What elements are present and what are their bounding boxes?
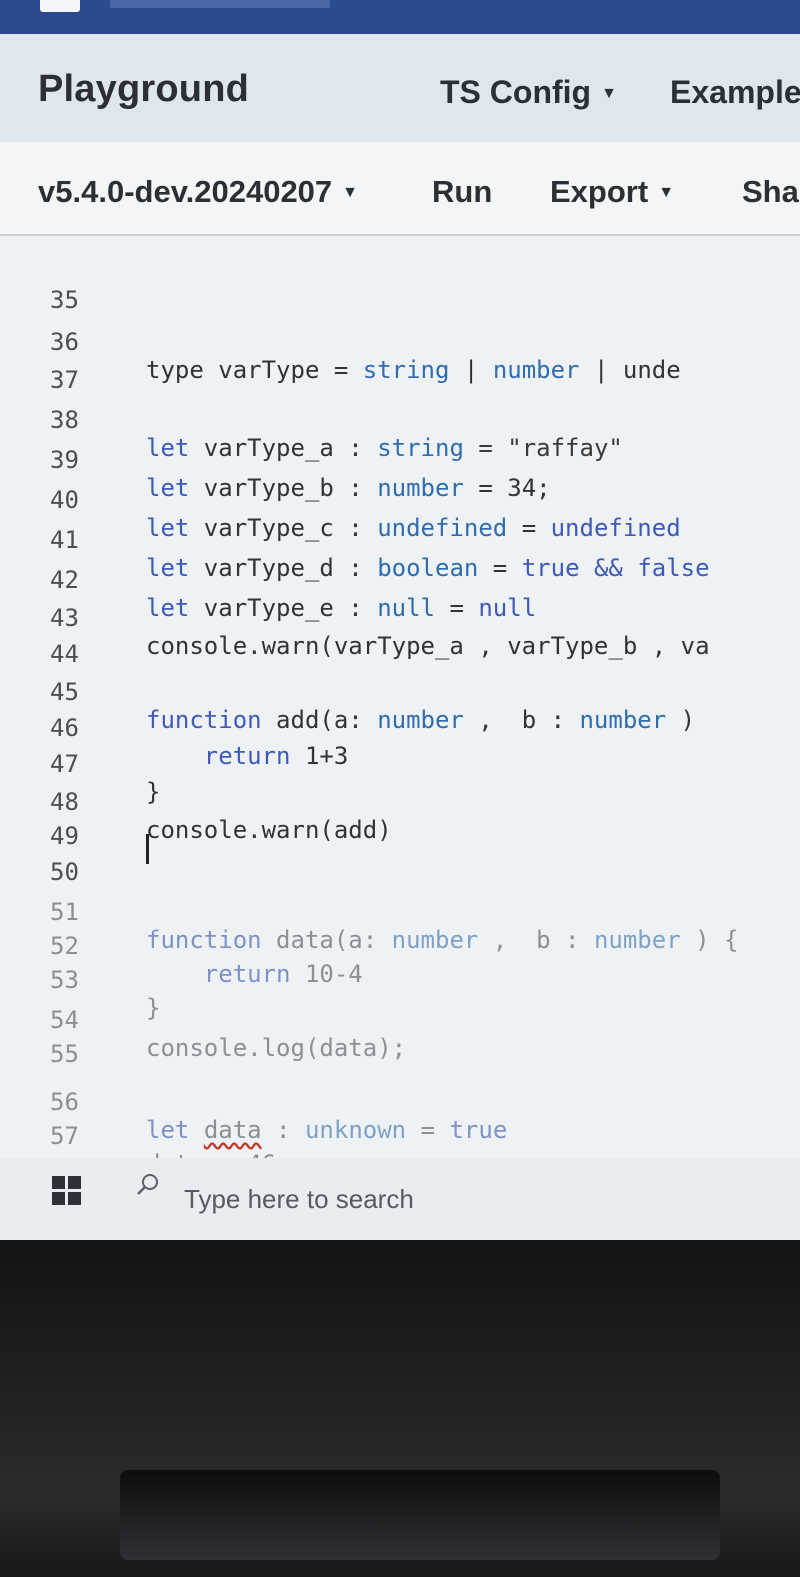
code-line: 40 let varType_c : undefined = undefined xyxy=(0,458,800,542)
code-line: 50 xyxy=(0,830,800,886)
code-line: 47 } xyxy=(0,722,800,806)
export-menu[interactable]: Export ▼ xyxy=(550,174,674,210)
export-label: Export xyxy=(550,174,649,209)
line-number: 57 xyxy=(50,1122,79,1150)
code-line: 57 data = 46 xyxy=(0,1094,800,1178)
code-line: 35 xyxy=(0,258,800,314)
search-icon xyxy=(137,1174,158,1195)
code-line: 55 xyxy=(0,1012,800,1068)
code-line: 41 let varType_d : boolean = true && fal… xyxy=(0,498,800,582)
version-label: v5.4.0-dev.20240207 xyxy=(38,174,333,209)
site-title-strip xyxy=(110,0,330,8)
code-line: 45 function add(a: number , b : number ) xyxy=(0,650,800,734)
ts-config-label: TS Config xyxy=(440,74,592,110)
logo xyxy=(40,0,80,12)
text-cursor xyxy=(146,834,149,864)
page-title[interactable]: Playground xyxy=(38,68,249,111)
editor-toolbar: v5.4.0-dev.20240207 ▼ Run Export ▼ Sha xyxy=(0,142,800,236)
examples-label: Example xyxy=(670,74,800,110)
code-line: 36 type varType = string | number | unde xyxy=(0,300,800,384)
code-line: 44 xyxy=(0,612,800,668)
run-button[interactable]: Run xyxy=(432,174,492,210)
code-line: 53 } xyxy=(0,938,800,1022)
examples-menu[interactable]: Example xyxy=(670,74,800,111)
code-line: 52 return 10-4 xyxy=(0,904,800,988)
version-select[interactable]: v5.4.0-dev.20240207 ▼ xyxy=(38,174,358,210)
screen: Playground TS Config ▼ Example v5.4.0-dev… xyxy=(0,0,800,1240)
code-line: 54 console.log(data); xyxy=(0,978,800,1062)
code-line: 49 xyxy=(0,794,800,850)
code-line: 38 let varType_a : string = "raffay" xyxy=(0,378,800,462)
chevron-down-icon: ▼ xyxy=(658,184,675,201)
windows-start-icon[interactable] xyxy=(52,1176,82,1206)
code-editor[interactable]: 35 36 type varType = string | number | u… xyxy=(0,236,800,1178)
chevron-down-icon: ▼ xyxy=(601,85,617,102)
playground-navbar: Playground TS Config ▼ Example xyxy=(0,34,800,142)
code-line: 43 console.warn(varType_a , varType_b , … xyxy=(0,576,800,660)
code-line: 39 let varType_b : number = 34; xyxy=(0,418,800,502)
code-line: 42 let varType_e : null = null xyxy=(0,538,800,622)
chevron-down-icon: ▼ xyxy=(342,184,359,201)
code-line: 46 return 1+3 xyxy=(0,686,800,770)
code-line: 37 xyxy=(0,338,800,394)
code-line: 48 console.warn(add) xyxy=(0,760,800,844)
windows-taskbar: Type here to search xyxy=(0,1158,800,1240)
taskbar-search-input[interactable]: Type here to search xyxy=(184,1184,414,1215)
ts-config-menu[interactable]: TS Config ▼ xyxy=(440,74,617,111)
share-button[interactable]: Sha xyxy=(742,174,799,210)
laptop-hinge xyxy=(120,1470,720,1560)
code-line: 56 let data : unknown = true xyxy=(0,1060,800,1144)
site-header-strip xyxy=(0,0,800,34)
code-line: 51 function data(a: number , b : number … xyxy=(0,870,800,954)
